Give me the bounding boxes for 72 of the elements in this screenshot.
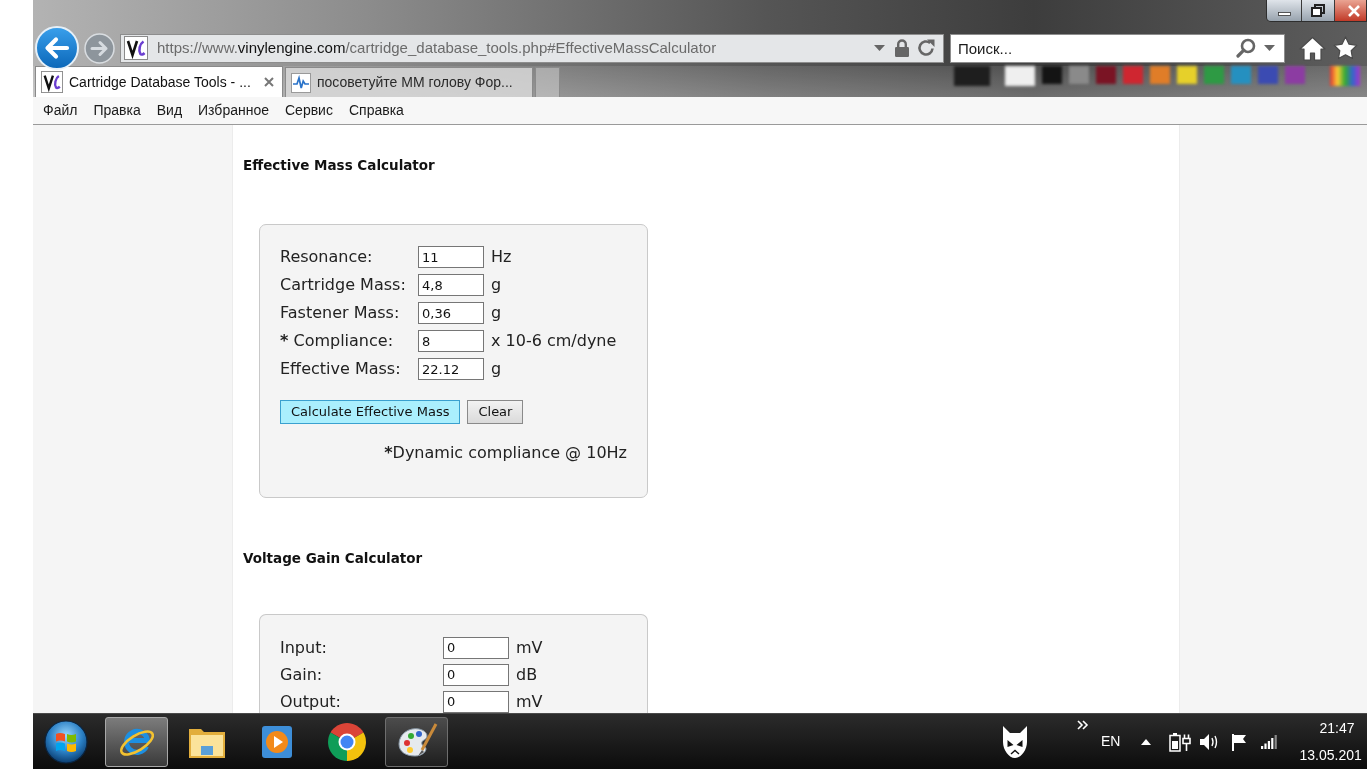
section-heading: Voltage Gain Calculator	[243, 549, 424, 568]
star-icon[interactable]	[1333, 36, 1358, 60]
input-field[interactable]: 4,8	[418, 274, 484, 296]
input-field[interactable]: 22.12	[418, 358, 484, 380]
search-field[interactable]: Поиск...	[950, 33, 1285, 63]
menu-item[interactable]: Сервис	[277, 98, 341, 123]
close-icon[interactable]	[264, 77, 274, 87]
input-field[interactable]: 0	[443, 663, 509, 686]
battery-plug-icon[interactable]	[1169, 731, 1192, 752]
menu-item[interactable]: Избранное	[190, 98, 277, 123]
waveform-icon	[291, 72, 311, 93]
taskbar-button[interactable]	[385, 716, 448, 767]
browser-tab[interactable]: Cartridge Database Tools - ...	[35, 66, 283, 97]
restore-button[interactable]	[1302, 0, 1335, 21]
site-logo-icon	[124, 36, 148, 60]
search-icon[interactable]	[1236, 38, 1256, 58]
field-label: Input:	[280, 638, 328, 657]
browser-tab[interactable]: посоветуйте MM голову Фор...	[285, 67, 533, 97]
taskbar-button[interactable]	[105, 716, 168, 767]
language-indicator[interactable]: EN	[1101, 731, 1121, 752]
menu-item[interactable]: Справка	[340, 98, 412, 123]
input-field[interactable]: 8	[418, 330, 484, 352]
clock-date[interactable]: 13.05.201	[1299, 744, 1362, 766]
section-heading: Effective Mass Calculator	[243, 156, 436, 175]
unit-label: g	[491, 276, 502, 294]
field-label: Fastener Mass:	[280, 304, 401, 322]
calculate-button[interactable]: Calculate Effective Mass	[280, 400, 461, 424]
cat-head-icon[interactable]	[1000, 723, 1030, 760]
menu-item[interactable]: Вид	[148, 98, 191, 123]
signal-bars-icon[interactable]	[1261, 734, 1278, 749]
clear-button[interactable]: Clear	[467, 400, 524, 424]
dropdown-caret-icon[interactable]	[1264, 45, 1275, 51]
home-icon[interactable]	[1299, 35, 1326, 61]
site-logo-icon	[41, 71, 63, 93]
unit-label: Hz	[491, 248, 512, 266]
back-button[interactable]	[35, 26, 79, 70]
unit-label: g	[491, 304, 502, 322]
close-button[interactable]	[1335, 0, 1366, 21]
minimize-button[interactable]	[1267, 0, 1302, 21]
browser-icon	[326, 721, 367, 762]
input-field[interactable]: 11	[418, 246, 484, 268]
footnote-text: *Dynamic compliance @ 10Hz	[383, 444, 627, 462]
media-player-icon	[259, 723, 294, 760]
input-field[interactable]: 0,36	[418, 302, 484, 324]
lock-icon[interactable]	[895, 39, 909, 57]
menu-item[interactable]: Файл	[35, 98, 86, 123]
input-field[interactable]: 0	[443, 690, 509, 713]
minimize-icon	[1277, 11, 1291, 16]
dropdown-caret-icon[interactable]	[874, 45, 885, 51]
unit-label: mV	[516, 692, 543, 711]
unit-label: dB	[516, 665, 538, 684]
speaker-icon[interactable]	[1199, 732, 1220, 751]
field-label: * Compliance:	[280, 332, 395, 350]
field-label: Resonance:	[280, 248, 374, 266]
start-icon[interactable]	[44, 719, 88, 764]
field-label: Cartridge Mass:	[280, 276, 407, 294]
clock-time[interactable]: 21:47	[1319, 717, 1362, 739]
field-label: Gain:	[280, 665, 324, 684]
refresh-icon[interactable]	[916, 38, 936, 58]
restore-icon	[1311, 4, 1325, 17]
address-field[interactable]: https://www.vinylengine.com/cartridge_database_tools.php#EffectiveMassCalculator	[120, 33, 944, 63]
input-field[interactable]: 0	[443, 636, 509, 659]
search-input[interactable]: Поиск...	[951, 34, 1236, 62]
field-label: Effective Mass:	[280, 360, 402, 378]
unit-label: g	[491, 360, 502, 378]
chevron-icon[interactable]	[1077, 720, 1089, 730]
field-label: Output:	[280, 692, 342, 711]
unit-label: mV	[516, 638, 543, 657]
menu-item[interactable]: Правка	[85, 98, 149, 123]
unit-label: x 10-6 cm/dyne	[491, 332, 617, 350]
close-icon	[1347, 4, 1361, 17]
up-arrow-icon[interactable]	[1141, 738, 1152, 745]
